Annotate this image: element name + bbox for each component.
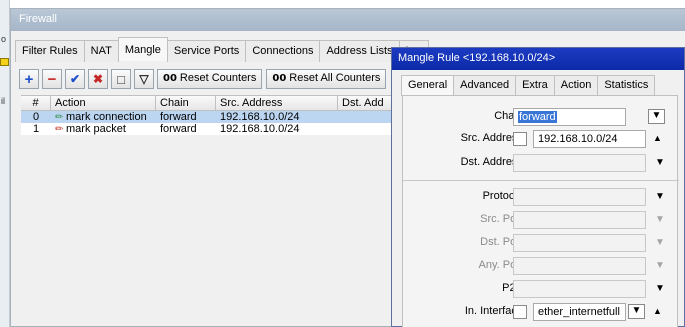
enable-icon[interactable]: ✔ — [65, 69, 85, 89]
src-address-negate-checkbox[interactable] — [513, 132, 527, 146]
rule-chain: forward — [160, 111, 197, 123]
any-port-field[interactable] — [513, 257, 646, 275]
tab-statistics[interactable]: Statistics — [597, 75, 656, 96]
tab-action[interactable]: Action — [553, 75, 599, 96]
column-chain[interactable]: Chain — [156, 96, 216, 110]
tab-advanced[interactable]: Advanced — [453, 75, 517, 96]
mangle-rules-table: # Action Chain Src. Address Dst. Add 0 ✏… — [21, 95, 401, 135]
dialog-tabs: General Advanced Extra Action Statistics — [401, 75, 656, 96]
table-row[interactable]: 1 ✏ mark packet forward 192.168.10.0/24 — [21, 123, 401, 135]
reset-counters-button[interactable]: 00 Reset Counters — [157, 69, 263, 89]
dropdown-icon[interactable]: ▼ — [653, 157, 667, 170]
column-src-address[interactable]: Src. Address — [216, 96, 338, 110]
dialog-title: Mangle Rule <192.168.10.0/24> — [392, 48, 684, 70]
filter-icon[interactable]: ▽ — [134, 69, 154, 89]
rule-action: ✏ mark connection — [51, 111, 156, 123]
mangle-rule-dialog: Mangle Rule <192.168.10.0/24> General Ad… — [391, 47, 685, 327]
rule-chain: forward — [160, 123, 197, 135]
add-icon[interactable]: + — [19, 69, 39, 89]
tab-nat[interactable]: NAT — [83, 40, 119, 62]
rule-src-address: 192.168.10.0/24 — [220, 123, 300, 135]
rule-number: 0 — [32, 111, 40, 123]
collapse-up-icon[interactable]: ▲ — [653, 133, 662, 143]
reset-all-counters-label: Reset All Counters — [289, 72, 381, 84]
background-window-edge: o il — [0, 0, 10, 327]
in-interface-row: In. Interface: ether_internetfull ▼ ▲ — [403, 303, 679, 321]
p2p-field[interactable] — [513, 280, 646, 298]
general-tab-panel: Chain: forward ▼ Src. Address: 192.168.1… — [402, 95, 679, 327]
firewall-toolbar: + − ✔ ✖ □ ▽ 00 Reset Counters 00 Reset All… — [19, 67, 390, 91]
dropdown-icon[interactable]: ▼ — [653, 283, 667, 296]
chain-value: forward — [518, 111, 557, 123]
counter-icon: 00 — [163, 73, 177, 84]
p2p-row: P2P: ▼ — [403, 280, 679, 298]
dst-address-row: Dst. Address: ▼ — [403, 154, 679, 172]
rule-src-address: 192.168.10.0/24 — [220, 111, 300, 123]
in-interface-negate-checkbox[interactable] — [513, 305, 527, 319]
dst-address-field[interactable] — [513, 154, 646, 172]
in-interface-field[interactable]: ether_internetfull — [533, 303, 626, 321]
chain-field[interactable]: forward — [513, 108, 626, 126]
tab-extra[interactable]: Extra — [515, 75, 555, 96]
dst-port-row: Dst. Port: ▼ — [403, 234, 679, 252]
gutter-mark: o — [1, 34, 7, 44]
chain-row: Chain: forward ▼ — [403, 108, 679, 126]
comment-icon[interactable]: □ — [111, 69, 131, 89]
firewall-tabs: Filter Rules NAT Mangle Service Ports Co… — [15, 37, 429, 62]
remove-icon[interactable]: − — [42, 69, 62, 89]
chain-dropdown-icon[interactable]: ▼ — [648, 109, 665, 124]
gutter-mark: il — [1, 96, 5, 106]
tab-address-lists[interactable]: Address Lists — [319, 40, 400, 62]
divider — [403, 180, 679, 181]
dropdown-icon[interactable]: ▼ — [653, 260, 667, 273]
any-port-row: Any. Port: ▼ — [403, 257, 679, 275]
dropdown-icon[interactable]: ▼ — [653, 191, 667, 204]
pencil-icon: ✏ — [55, 112, 64, 123]
counter-icon: 00 — [272, 73, 287, 84]
reset-counters-label: Reset Counters — [179, 72, 257, 84]
src-address-row: Src. Address: 192.168.10.0/24 ▲ — [403, 130, 679, 148]
src-port-row: Src. Port: ▼ — [403, 211, 679, 229]
tab-mangle[interactable]: Mangle — [117, 37, 168, 61]
dropdown-icon[interactable]: ▼ — [653, 214, 667, 227]
folder-icon — [0, 58, 9, 66]
disable-icon[interactable]: ✖ — [88, 69, 108, 89]
reset-all-counters-button[interactable]: 00 Reset All Counters — [266, 69, 387, 89]
rule-number: 1 — [32, 123, 40, 135]
rule-action-label: mark packet — [66, 123, 126, 135]
src-address-field[interactable]: 192.168.10.0/24 — [533, 130, 646, 148]
dst-port-field[interactable] — [513, 234, 646, 252]
tab-filter-rules[interactable]: Filter Rules — [15, 40, 85, 62]
collapse-up-icon[interactable]: ▲ — [653, 306, 662, 316]
src-port-field[interactable] — [513, 211, 646, 229]
column-number[interactable]: # — [21, 96, 51, 110]
column-action[interactable]: Action — [51, 96, 156, 110]
rule-action: ✏ mark packet — [51, 123, 156, 135]
rule-action-label: mark connection — [66, 111, 147, 123]
table-header: # Action Chain Src. Address Dst. Add — [21, 96, 401, 111]
table-row[interactable]: 0 ✏ mark connection forward 192.168.10.0/… — [21, 111, 401, 123]
protocol-row: Protocol: ▼ — [403, 188, 679, 206]
tab-general[interactable]: General — [401, 75, 455, 96]
pencil-icon: ✏ — [55, 124, 64, 135]
tab-connections[interactable]: Connections — [245, 40, 321, 62]
protocol-field[interactable] — [513, 188, 646, 206]
firewall-title: Firewall — [11, 9, 685, 31]
in-interface-dropdown-icon[interactable]: ▼ — [628, 304, 645, 319]
tab-service-ports[interactable]: Service Ports — [166, 40, 247, 62]
dropdown-icon[interactable]: ▼ — [653, 237, 667, 250]
